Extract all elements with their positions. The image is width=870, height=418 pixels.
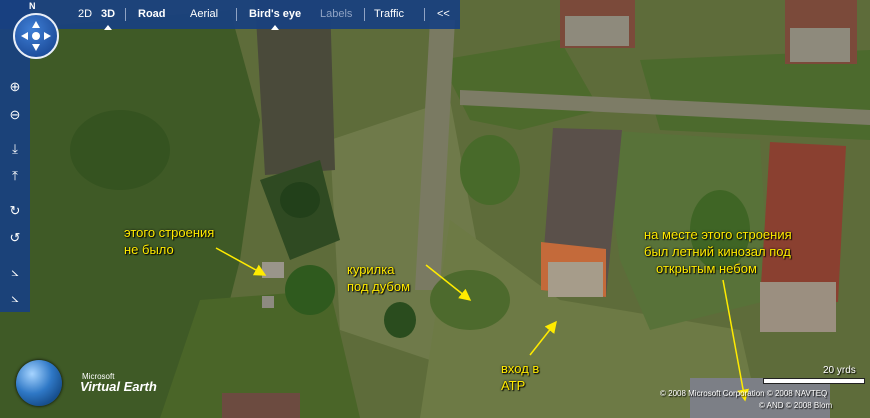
aerial-view-button[interactable]: Aerial xyxy=(190,7,218,21)
view-3d-button[interactable]: 3D xyxy=(101,7,115,30)
toolbar-divider xyxy=(364,8,365,21)
toolbar-divider xyxy=(236,8,237,21)
annotation-summer-cinema: на месте этого строения был летний киноз… xyxy=(644,226,792,277)
copyright-line: © AND © 2008 Blom xyxy=(759,401,833,410)
annotation-entrance: вход в АТР xyxy=(501,360,539,394)
annotation-building-absent: этого строения не было xyxy=(124,224,214,258)
annotation-line: этого строения xyxy=(124,225,215,240)
compass-rose-control[interactable] xyxy=(13,13,59,59)
tilt-down-icon[interactable]: ⤓ xyxy=(6,140,24,158)
virtual-earth-logo-text: Virtual Earth xyxy=(80,379,157,394)
annotation-line: не было xyxy=(124,242,174,257)
aerial-birds-eye-map[interactable] xyxy=(0,0,870,418)
zoom-level-down-icon[interactable]: ⦣ xyxy=(6,289,24,307)
collapse-toolbar-button[interactable]: << xyxy=(437,7,450,21)
annotation-line: открытым небом xyxy=(656,261,757,276)
view-2d-button[interactable]: 2D xyxy=(78,7,92,21)
toolbar-divider xyxy=(125,8,126,21)
scale-bar xyxy=(763,378,865,384)
copyright-line: © 2008 Microsoft Corporation © 2008 NAVT… xyxy=(660,389,828,398)
rotate-clockwise-icon[interactable]: ↻ xyxy=(6,202,24,220)
pan-arrows-icon xyxy=(21,21,51,51)
annotation-line: вход в xyxy=(501,361,540,376)
zoom-in-icon[interactable]: ⊕ xyxy=(6,78,24,96)
annotation-line: курилка xyxy=(347,262,395,277)
globe-logo-icon xyxy=(16,360,62,406)
zoom-out-icon[interactable]: ⊖ xyxy=(6,106,24,124)
scale-label: 20 yrds xyxy=(823,365,856,376)
traffic-button[interactable]: Traffic xyxy=(374,7,404,21)
annotation-line: на месте этого строения xyxy=(644,227,792,242)
annotation-line: под дубом xyxy=(347,279,411,294)
tilt-up-icon[interactable]: ⤒ xyxy=(6,167,24,185)
labels-toggle[interactable]: Labels xyxy=(320,7,352,21)
zoom-level-up-icon[interactable]: ⦣ xyxy=(6,263,24,281)
toolbar-divider xyxy=(424,8,425,21)
compass-north-label: N xyxy=(29,1,36,11)
rotate-counterclockwise-icon[interactable]: ↺ xyxy=(6,229,24,247)
annotation-smoking-area: курилка под дубом xyxy=(347,261,410,295)
annotation-line: был летний кинозал под xyxy=(644,244,791,259)
birds-eye-view-button[interactable]: Bird's eye xyxy=(249,7,301,30)
road-view-button[interactable]: Road xyxy=(138,7,166,21)
annotation-line: АТР xyxy=(501,378,526,393)
